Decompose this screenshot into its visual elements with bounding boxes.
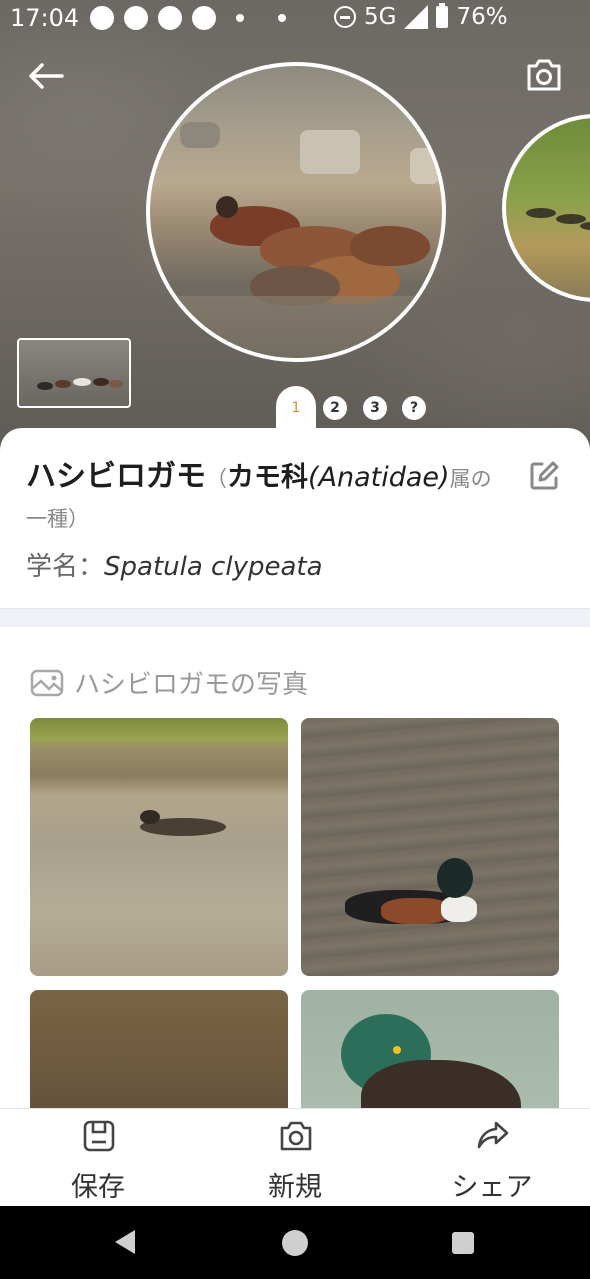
- page-tab-3[interactable]: 3: [363, 396, 387, 420]
- notification-icons: [90, 6, 300, 30]
- battery-icon: [436, 3, 449, 28]
- page-tab-unknown[interactable]: ?: [402, 396, 426, 420]
- new-button[interactable]: 新規: [215, 1109, 375, 1207]
- nav-recent-icon[interactable]: [452, 1232, 474, 1254]
- paren-open: （: [206, 467, 227, 491]
- dot-icon-2: [278, 14, 286, 22]
- camera-icon: [527, 59, 561, 91]
- nav-home-icon[interactable]: [282, 1230, 308, 1256]
- network-type: 5G: [364, 4, 397, 30]
- hero-area: 17:04 5G 76% 1 2 3 ?: [0, 0, 590, 460]
- battery-level: 76%: [456, 4, 508, 30]
- save-button[interactable]: 保存: [18, 1109, 178, 1207]
- system-status: 5G 76%: [334, 3, 508, 30]
- main-photo[interactable]: [146, 62, 446, 362]
- dnd-icon: [334, 6, 356, 28]
- species-suffix: 一種）: [26, 507, 89, 531]
- system-nav-bar: [0, 1206, 590, 1279]
- save-icon: [83, 1120, 115, 1152]
- share-icon: [477, 1121, 509, 1149]
- facebook-icon: [192, 6, 216, 30]
- family-latin[interactable]: (Anatidae): [308, 462, 450, 493]
- photo-grid-item-2[interactable]: [301, 718, 559, 976]
- signal-icon: [404, 5, 429, 29]
- page-tab-2[interactable]: 2: [323, 396, 347, 420]
- share-button[interactable]: シェア: [412, 1109, 572, 1207]
- genus-suffix: 属の: [449, 467, 492, 491]
- species-title: ハシビロガモ（カモ科(Anatidae)属の 一種）: [26, 458, 526, 540]
- status-bar: 17:04 5G 76%: [0, 0, 590, 38]
- messenger-icon: [90, 6, 114, 30]
- scientific-name-row: 学名：Spatula clypeata: [26, 546, 323, 583]
- edit-icon: [530, 461, 559, 490]
- photos-section-header: ハシビロガモの写真: [30, 664, 308, 701]
- species-name: ハシビロガモ: [26, 459, 206, 494]
- bottom-action-bar: 保存 新規 シェア: [0, 1108, 590, 1207]
- edit-button[interactable]: [528, 460, 560, 492]
- messenger-icon-2: [124, 6, 148, 30]
- nav-back-icon[interactable]: [115, 1230, 135, 1254]
- walking-icon: [158, 6, 182, 30]
- new-label: 新規: [268, 1172, 322, 1203]
- section-divider: [0, 608, 590, 627]
- family-name[interactable]: カモ科: [227, 462, 308, 493]
- dot-icon: [236, 14, 244, 22]
- camera-icon: [280, 1121, 312, 1151]
- camera-button[interactable]: [524, 55, 564, 95]
- back-button[interactable]: [26, 56, 66, 96]
- status-time: 17:04: [10, 4, 80, 32]
- next-photo-preview[interactable]: [502, 114, 590, 302]
- image-icon: [30, 669, 64, 696]
- page-indicator: 1 2 3 ?: [276, 386, 456, 430]
- sci-label: 学名：: [26, 552, 105, 582]
- species-info-card: ハシビロガモ（カモ科(Anatidae)属の 一種） 学名：Spatula cl…: [0, 428, 590, 608]
- page-tab-1[interactable]: 1: [276, 386, 316, 430]
- back-arrow-icon: [29, 63, 64, 89]
- photo-thumbnail[interactable]: [17, 338, 131, 408]
- photos-header-text: ハシビロガモの写真: [74, 670, 309, 700]
- photo-grid-item-1[interactable]: [30, 718, 288, 976]
- scientific-name: Spatula clypeata: [104, 552, 323, 582]
- share-label: シェア: [451, 1172, 533, 1203]
- save-label: 保存: [71, 1172, 125, 1203]
